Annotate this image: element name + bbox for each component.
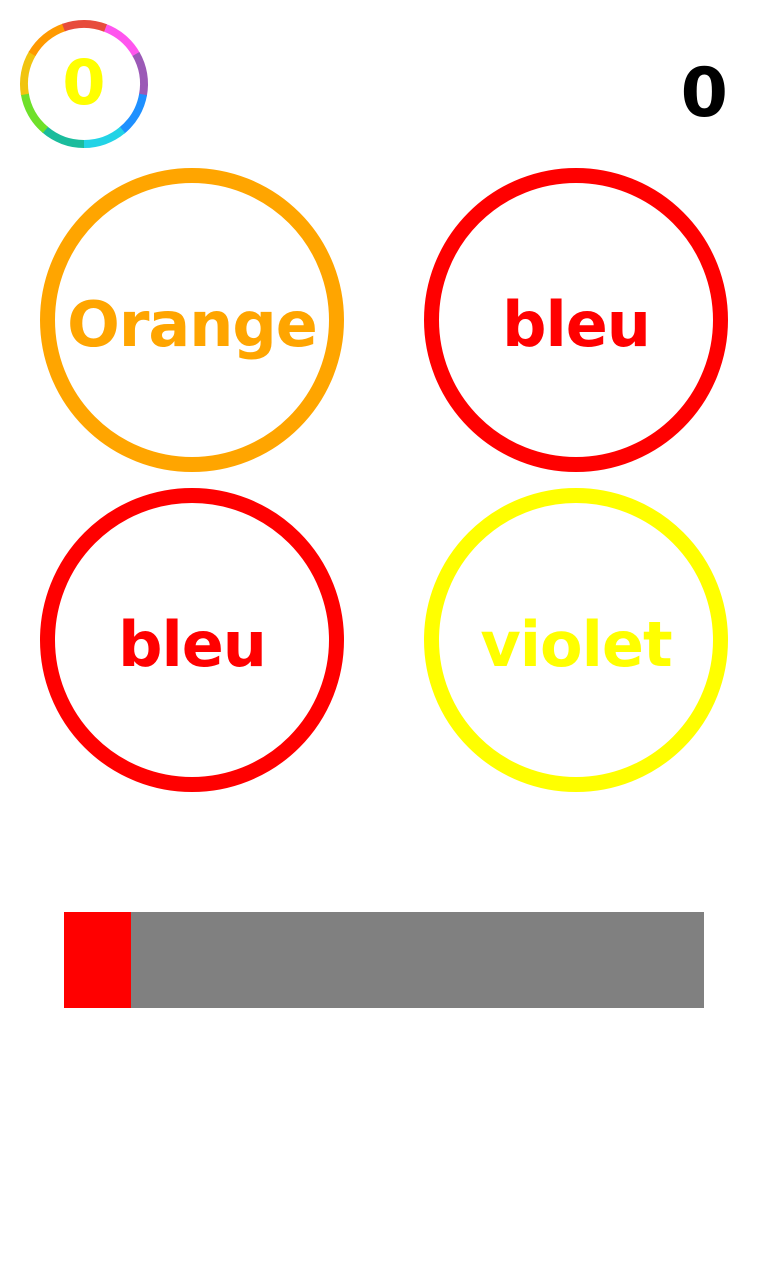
answer-circle-1-label: Orange	[67, 287, 318, 361]
timer-bar-fill	[64, 912, 132, 1008]
level-badge-value: 0	[62, 46, 106, 119]
timer-bar	[64, 912, 704, 1008]
answer-circle-1[interactable]: Orange	[40, 168, 344, 472]
score-counter: 0	[680, 54, 728, 133]
answer-circle-4-label: violet	[480, 607, 672, 681]
level-badge: 0	[18, 18, 150, 150]
answer-circle-3[interactable]: bleu	[40, 488, 344, 792]
answer-circle-4[interactable]: violet	[424, 488, 728, 792]
answer-circle-2[interactable]: bleu	[424, 168, 728, 472]
answer-circle-3-label: bleu	[118, 607, 267, 681]
answer-circle-2-label: bleu	[502, 287, 651, 361]
